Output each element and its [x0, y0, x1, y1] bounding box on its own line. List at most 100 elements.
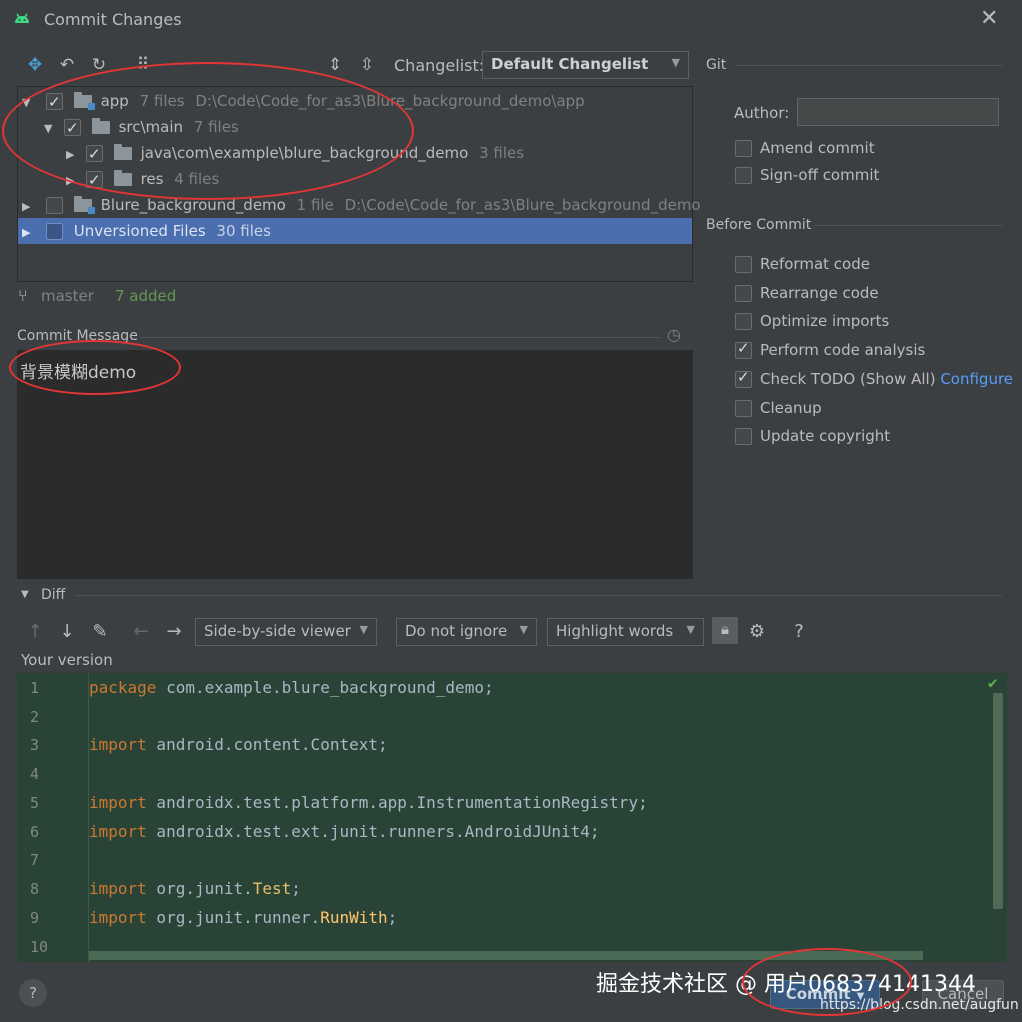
line-number: 2: [30, 708, 40, 726]
chevron-right-icon[interactable]: ▶: [22, 220, 36, 246]
changelist-select[interactable]: Default Changelist ▼: [482, 51, 689, 79]
folder-icon: [113, 144, 132, 160]
chevron-down-icon[interactable]: ▼: [21, 589, 29, 600]
cleanup-option[interactable]: Cleanup: [735, 398, 822, 418]
keyword: package: [89, 678, 157, 697]
tree-row-app[interactable]: ▼ app 7 files D:\Code\Code_for_as3\Blure…: [18, 88, 692, 116]
folder-icon: [113, 170, 132, 186]
reformat-checkbox[interactable]: [735, 256, 752, 273]
file-count: 1 file: [296, 196, 334, 214]
close-icon[interactable]: ✕: [980, 6, 998, 31]
perform-code-analysis-option[interactable]: Perform code analysis: [735, 338, 925, 360]
optimize-checkbox[interactable]: [735, 313, 752, 330]
src-main-checkbox[interactable]: [64, 115, 81, 141]
forward-icon[interactable]: →: [162, 620, 186, 644]
code-text: androidx.test.platform.app.Instrumentati…: [146, 793, 648, 812]
signoff-checkbox[interactable]: [735, 167, 752, 184]
tree-row-java[interactable]: ▶ java\com\example\blure_background_demo…: [18, 140, 692, 168]
option-label: Rearrange code: [760, 284, 879, 302]
chevron-down-icon[interactable]: ▼: [44, 116, 58, 142]
option-label: Reformat code: [760, 255, 870, 273]
configure-link[interactable]: Configure: [940, 370, 1013, 388]
line-number: 3: [30, 736, 40, 754]
horizontal-scrollbar[interactable]: [89, 951, 923, 960]
expand-icon[interactable]: ✥: [24, 54, 46, 76]
chevron-right-icon[interactable]: ▶: [66, 168, 80, 194]
collapse-all-icon[interactable]: ⇳: [356, 54, 378, 76]
java-checkbox[interactable]: [86, 141, 103, 167]
unversioned-checkbox[interactable]: [46, 223, 63, 240]
line-number: 10: [30, 938, 49, 956]
line-number: 5: [30, 794, 40, 812]
back-icon[interactable]: ←: [129, 620, 153, 644]
signoff-label: Sign-off commit: [760, 166, 880, 184]
tree-row-src-main[interactable]: ▼ src\main 7 files: [18, 114, 692, 142]
help-button[interactable]: ?: [19, 979, 47, 1007]
chevron-right-icon[interactable]: ▶: [66, 142, 80, 168]
history-icon[interactable]: ◷: [667, 325, 681, 344]
git-separator: [735, 65, 1003, 66]
module-folder-icon: [73, 92, 95, 110]
edit-source-icon[interactable]: ✎: [88, 620, 112, 644]
code-text: ;: [291, 879, 301, 898]
code-text: ;: [387, 908, 398, 927]
ignore-select[interactable]: Do not ignore ▼: [396, 618, 537, 646]
line-number: 9: [30, 909, 40, 927]
file-path: D:\Code\Code_for_as3\Blure_background_de…: [344, 196, 701, 214]
refresh-icon[interactable]: ↻: [88, 54, 110, 76]
author-input[interactable]: [797, 98, 999, 126]
rearrange-checkbox[interactable]: [735, 285, 752, 302]
class-name: Test: [252, 879, 292, 898]
rollback-icon[interactable]: ↶: [56, 54, 78, 76]
added-count: 7 added: [115, 287, 177, 305]
update-copyright-option[interactable]: Update copyright: [735, 426, 890, 446]
commit-message-input[interactable]: 背景模糊demo: [17, 350, 693, 579]
rearrange-code-option[interactable]: Rearrange code: [735, 283, 879, 303]
keyword: import: [89, 793, 147, 812]
res-checkbox[interactable]: [86, 167, 103, 193]
check-todo-option[interactable]: Check TODO (Show All) Configure: [735, 367, 1013, 389]
amend-label: Amend commit: [760, 139, 875, 157]
tree-row-res[interactable]: ▶ res 4 files: [18, 166, 692, 194]
highlight-value: Highlight words: [556, 622, 674, 640]
highlight-select[interactable]: Highlight words ▼: [547, 618, 704, 646]
changelist-label: Changelist:: [394, 56, 485, 75]
help-button-label: ?: [29, 984, 37, 1002]
branch-name: master: [41, 287, 94, 305]
group-by-icon[interactable]: ⠿: [132, 54, 154, 76]
changes-tree[interactable]: ▼ app 7 files D:\Code\Code_for_as3\Blure…: [17, 86, 701, 282]
chevron-right-icon[interactable]: ▶: [22, 194, 36, 220]
next-difference-icon[interactable]: ↓: [55, 620, 79, 644]
signoff-commit-option[interactable]: Sign-off commit: [735, 165, 879, 185]
code-editor[interactable]: 1 package com.example.blure_background_de…: [17, 673, 1007, 962]
tree-item-name: app: [100, 92, 129, 110]
tree-row-unversioned[interactable]: ▶ Unversioned Files 30 files: [18, 218, 692, 244]
app-checkbox[interactable]: [46, 89, 63, 115]
reformat-code-option[interactable]: Reformat code: [735, 254, 870, 274]
lock-icon[interactable]: 🔒︎: [712, 617, 738, 644]
check-todo-checkbox[interactable]: [735, 367, 752, 388]
git-label: Git: [706, 57, 727, 73]
help-icon[interactable]: ?: [787, 620, 811, 644]
amend-checkbox[interactable]: [735, 140, 752, 157]
cleanup-checkbox[interactable]: [735, 400, 752, 417]
amend-commit-option[interactable]: Amend commit: [735, 138, 875, 158]
expand-all-icon[interactable]: ⇕: [324, 54, 346, 76]
gear-icon[interactable]: ⚙: [745, 620, 769, 644]
optimize-imports-option[interactable]: Optimize imports: [735, 311, 889, 331]
viewer-select[interactable]: Side-by-side viewer ▼: [195, 618, 377, 646]
diff-separator: [76, 595, 1002, 596]
chevron-down-icon[interactable]: ▼: [22, 90, 36, 116]
option-label: Check TODO (Show All): [760, 370, 936, 388]
code-analysis-checkbox[interactable]: [735, 338, 752, 359]
ignore-value: Do not ignore: [405, 622, 508, 640]
copyright-checkbox[interactable]: [735, 428, 752, 445]
code-text: org.junit.: [146, 879, 253, 898]
blure-checkbox[interactable]: [46, 197, 63, 214]
option-label: Optimize imports: [760, 312, 890, 330]
commit-message-separator: [140, 337, 660, 338]
previous-difference-icon[interactable]: ↑: [23, 620, 47, 644]
vertical-scrollbar[interactable]: [993, 693, 1003, 909]
keyword: import: [89, 908, 147, 927]
tree-row-blure[interactable]: ▶ Blure_background_demo 1 file D:\Code\C…: [18, 192, 701, 220]
